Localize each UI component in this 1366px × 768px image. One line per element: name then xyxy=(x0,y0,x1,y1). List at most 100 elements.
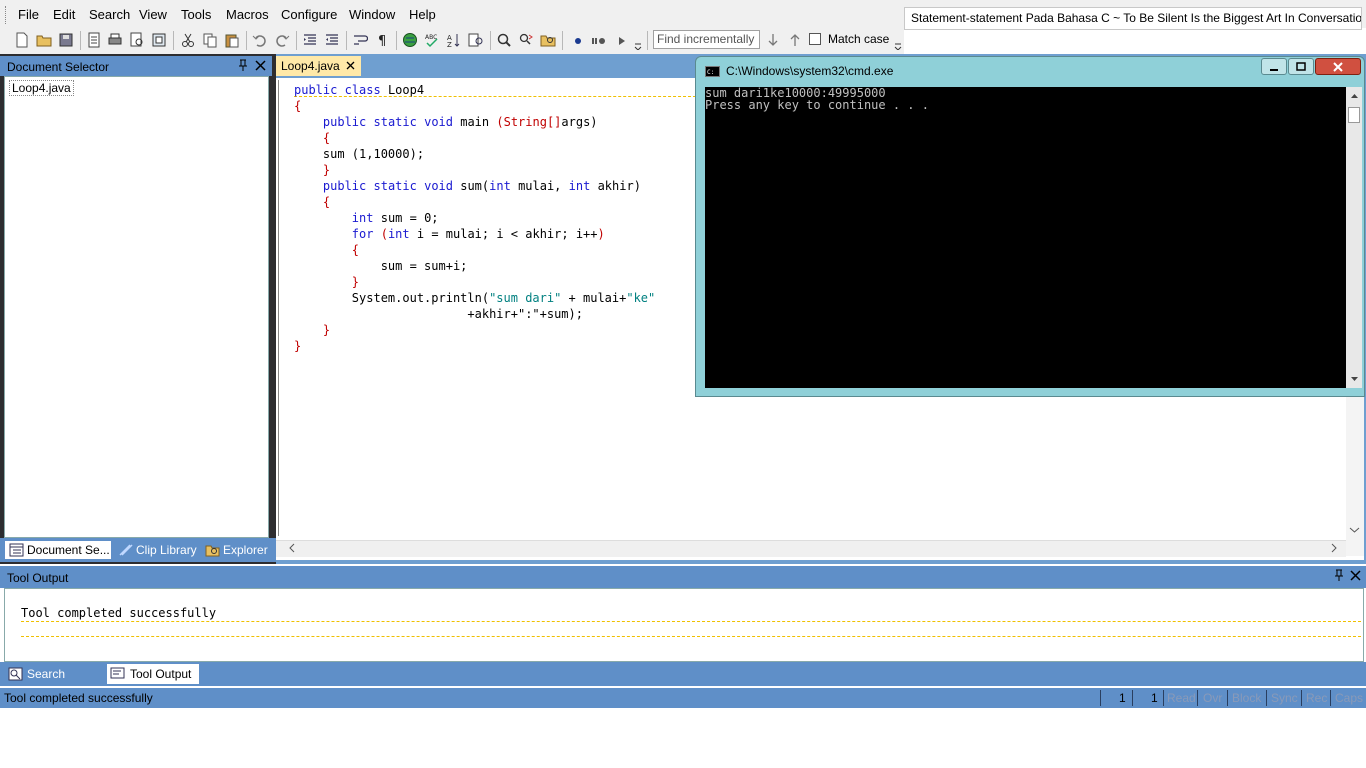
toolbar-separator xyxy=(173,31,174,50)
editor-tab-loop4[interactable]: Loop4.java xyxy=(276,56,361,76)
cmd-minimize-button[interactable] xyxy=(1261,58,1287,75)
tab-explorer[interactable]: Explorer xyxy=(204,541,274,559)
new-file-icon[interactable] xyxy=(14,32,30,48)
toolbar-separator xyxy=(296,31,297,50)
save-icon[interactable] xyxy=(58,32,74,48)
code-line-16: } xyxy=(322,323,331,337)
scroll-left-icon[interactable] xyxy=(288,543,296,553)
page-icon[interactable] xyxy=(86,32,102,48)
cmd-close-button[interactable] xyxy=(1315,58,1361,75)
tab-search-results[interactable]: Search Results xyxy=(5,664,105,701)
record-macro-icon[interactable] xyxy=(570,32,586,48)
menu-window[interactable]: Window xyxy=(349,7,395,22)
stop-macro-icon[interactable] xyxy=(590,32,606,48)
toolbar-separator xyxy=(396,31,397,50)
play-macro-icon[interactable] xyxy=(614,32,630,48)
cmd-scroll-up-icon[interactable] xyxy=(1350,92,1359,99)
print-preview-icon[interactable] xyxy=(129,32,145,48)
menu-grip xyxy=(5,6,9,24)
status-rec: Rec xyxy=(1306,691,1328,705)
status-separator xyxy=(1330,690,1331,706)
status-separator xyxy=(1197,690,1198,706)
compare-icon[interactable] xyxy=(468,32,484,48)
match-case-checkbox[interactable] xyxy=(809,33,821,45)
editor-horizontal-scrollbar[interactable] xyxy=(276,540,1346,557)
svg-text:Z: Z xyxy=(447,41,452,48)
code-line-6: } xyxy=(322,163,331,177)
menu-configure[interactable]: Configure xyxy=(281,7,337,22)
code-line-5: sum (1,10000); xyxy=(322,147,425,161)
paste-icon[interactable] xyxy=(224,32,240,48)
tab-clip-library[interactable]: Clip Library xyxy=(116,541,200,559)
cmd-output-line-2: Press any key to continue . . . xyxy=(705,98,929,112)
scroll-right-icon[interactable] xyxy=(1330,543,1338,553)
cmd-console[interactable] xyxy=(705,87,1346,388)
tool-output-title: Tool Output xyxy=(7,571,69,585)
status-sync: Sync xyxy=(1271,691,1298,705)
status-caps: Caps xyxy=(1335,691,1364,705)
status-separator xyxy=(1132,690,1133,706)
redo-icon[interactable] xyxy=(274,32,290,48)
tab-document-selector-label: Document Se... xyxy=(27,543,110,557)
status-bar xyxy=(0,688,1366,708)
open-folder-icon[interactable] xyxy=(36,32,52,48)
cmd-scroll-down-icon[interactable] xyxy=(1350,376,1359,383)
code-line-13: } xyxy=(351,275,360,289)
page-setup-icon[interactable] xyxy=(151,32,167,48)
find-replace-icon[interactable] xyxy=(518,32,534,48)
spell-check-icon[interactable]: ABC xyxy=(424,32,440,48)
cmd-scroll-thumb[interactable] xyxy=(1348,107,1360,123)
code-line-17: } xyxy=(294,339,302,353)
find-in-files-icon[interactable] xyxy=(540,32,556,48)
browser-globe-icon[interactable] xyxy=(402,32,418,48)
tab-document-selector[interactable]: Document Se... xyxy=(5,541,111,559)
indent-icon[interactable] xyxy=(302,32,318,48)
cut-icon[interactable] xyxy=(180,32,196,48)
undo-icon[interactable] xyxy=(252,32,268,48)
find-previous-arrow-icon[interactable] xyxy=(787,32,803,48)
pin-icon[interactable] xyxy=(1333,569,1345,582)
menu-help[interactable]: Help xyxy=(409,7,436,22)
find-incrementally-input[interactable]: Find incrementally xyxy=(653,30,760,49)
toolbar-separator xyxy=(562,31,563,50)
toolbar-overflow-icon[interactable] xyxy=(894,38,902,50)
code-line-12: sum = sum+i; xyxy=(380,259,468,273)
print-icon[interactable] xyxy=(107,32,123,48)
tab-tool-output-label: Tool Output xyxy=(130,667,192,681)
copy-icon[interactable] xyxy=(202,32,218,48)
scroll-down-icon[interactable] xyxy=(1349,526,1360,534)
close-window-icon xyxy=(1333,62,1343,72)
close-icon[interactable] xyxy=(1350,570,1361,581)
menu-edit[interactable]: Edit xyxy=(53,7,75,22)
code-text: public class Loop4 { public static void … xyxy=(294,82,655,354)
maximize-icon xyxy=(1296,62,1306,71)
close-icon[interactable] xyxy=(255,60,266,71)
match-case-label: Match case xyxy=(828,32,890,46)
toolbar-overflow-icon[interactable] xyxy=(634,38,642,50)
cmd-maximize-button[interactable] xyxy=(1288,58,1314,75)
menu-tools[interactable]: Tools xyxy=(181,7,211,22)
sort-icon[interactable]: AZ xyxy=(446,32,462,48)
find-next-arrow-icon[interactable] xyxy=(765,32,781,48)
status-separator xyxy=(1163,690,1164,706)
toolbar-separator xyxy=(490,31,491,50)
status-line-number: 1 xyxy=(1119,691,1126,705)
pin-icon[interactable] xyxy=(237,59,249,72)
find-icon[interactable] xyxy=(496,32,512,48)
close-tab-icon[interactable] xyxy=(346,61,355,70)
tab-tool-output[interactable]: Tool Output xyxy=(107,664,199,684)
menu-view[interactable]: View xyxy=(139,7,167,22)
unindent-icon[interactable] xyxy=(324,32,340,48)
output-separator-line xyxy=(21,621,1361,622)
browser-window-title[interactable]: Statement-statement Pada Bahasa C ~ To B… xyxy=(904,7,1362,30)
editor-tab-label: Loop4.java xyxy=(281,59,340,73)
document-list-item-loop4[interactable]: Loop4.java xyxy=(9,80,74,96)
pilcrow-icon[interactable]: ¶ xyxy=(374,32,390,48)
code-line-15: +akhir+":"+sum); xyxy=(467,307,583,321)
word-wrap-icon[interactable] xyxy=(352,32,368,48)
menu-file[interactable]: File xyxy=(18,7,39,22)
menu-search[interactable]: Search xyxy=(89,7,130,22)
document-selector-title: Document Selector xyxy=(7,60,110,74)
cmd-scrollbar[interactable] xyxy=(1346,87,1362,388)
menu-macros[interactable]: Macros xyxy=(226,7,269,22)
